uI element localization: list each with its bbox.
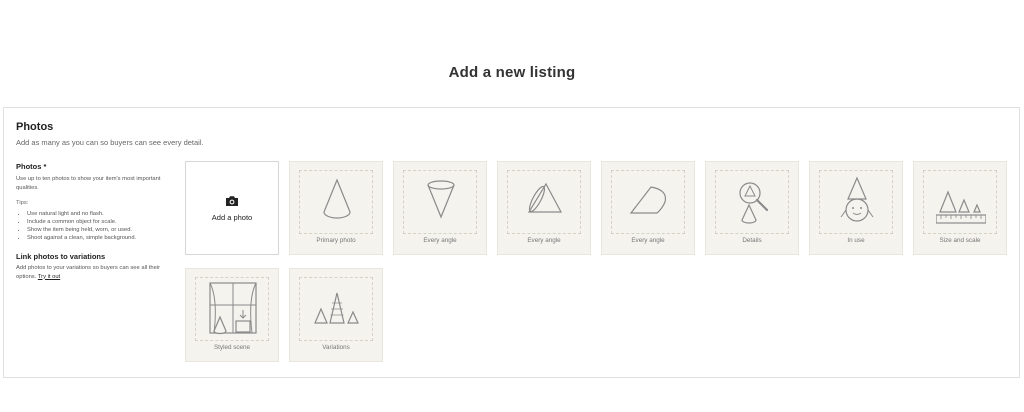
photos-description: Use up to ten photos to show your item's… [16, 176, 161, 191]
tilted-cone-icon [527, 182, 563, 213]
photo-slot-every-angle-1[interactable]: Every angle [393, 161, 487, 255]
section-title: Photos [16, 121, 54, 133]
slot-caption: Details [742, 237, 762, 244]
slot-caption: Every angle [423, 237, 457, 244]
magnifier-cone-icon [739, 182, 769, 224]
add-photo-label: Add a photo [211, 212, 253, 222]
variations-text: Add photos to your variations so buyers … [16, 264, 164, 281]
photo-slot-primary[interactable]: Primary photo [289, 161, 383, 255]
slot-caption: Every angle [527, 237, 561, 244]
photo-slot-every-angle-2[interactable]: Every angle [497, 161, 591, 255]
photos-heading: Photos * [16, 162, 47, 171]
camera-icon [226, 195, 238, 206]
window-scene-icon [209, 282, 257, 335]
tip-item: Include a common object for scale. [27, 218, 164, 226]
tip-item: Show the item being held, worn, or used. [27, 226, 164, 234]
cone-variations-icon [314, 292, 359, 324]
photo-guidelines: Photos * Use up to ten photos to show yo… [16, 162, 164, 281]
photo-slot-variations[interactable]: Variations [289, 268, 383, 362]
slot-caption: Variations [322, 344, 350, 351]
photo-slot-styled-scene[interactable]: Styled scene [185, 268, 279, 362]
tips-list: Use natural light and no flash. Include … [16, 210, 164, 242]
tips-label: Tips: [16, 200, 29, 206]
cones-ruler-icon [936, 190, 986, 224]
add-photo-button[interactable]: Add a photo [185, 161, 279, 255]
side-cone-icon [629, 186, 667, 214]
tip-item: Shoot against a clean, simple background… [27, 234, 164, 242]
slot-caption: In use [847, 237, 865, 244]
photo-slot-details[interactable]: Details [705, 161, 799, 255]
tip-item: Use natural light and no flash. [27, 210, 164, 218]
slot-caption: Styled scene [213, 344, 251, 351]
inverted-cone-icon [427, 180, 455, 219]
section-subtitle: Add as many as you can so buyers can see… [16, 138, 204, 147]
slot-caption: Size and scale [939, 237, 981, 244]
slot-caption: Every angle [631, 237, 665, 244]
photo-slot-every-angle-3[interactable]: Every angle [601, 161, 695, 255]
photos-panel: Photos Add as many as you can so buyers … [3, 107, 1020, 378]
cone-icon [323, 178, 351, 219]
slot-caption: Primary photo [316, 237, 356, 244]
photo-slot-in-use[interactable]: In use [809, 161, 903, 255]
photo-slot-size-and-scale[interactable]: Size and scale [913, 161, 1007, 255]
variations-heading: Link photos to variations [16, 252, 106, 261]
cone-character-icon [840, 176, 874, 222]
page-title: Add a new listing [448, 64, 576, 81]
try-it-out-link[interactable]: Try it out [38, 274, 60, 280]
